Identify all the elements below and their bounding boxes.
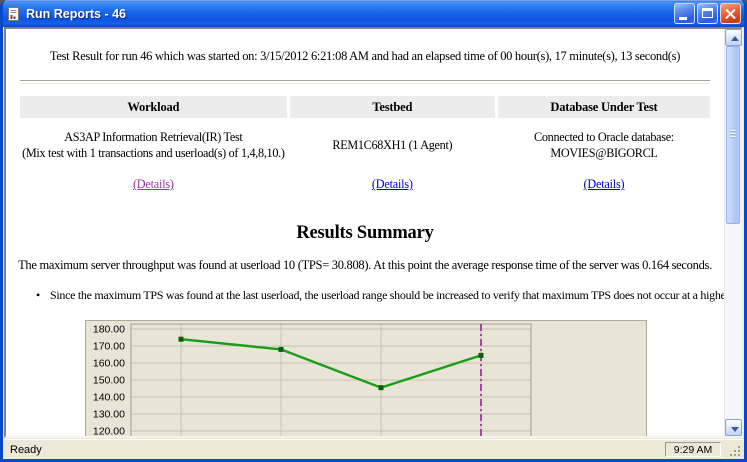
max-throughput-text: The maximum server throughput was found … bbox=[18, 258, 712, 272]
status-text: Ready bbox=[10, 444, 42, 456]
maximize-button[interactable] bbox=[697, 3, 718, 24]
svg-text:150.00: 150.00 bbox=[93, 375, 125, 387]
close-icon bbox=[721, 4, 740, 23]
svg-text:130.00: 130.00 bbox=[93, 409, 125, 421]
database-description: Connected to Oracle database: MOVIES@BIG… bbox=[534, 130, 674, 160]
workload-details-link[interactable]: (Details) bbox=[133, 177, 174, 191]
window-titlebar[interactable]: Run Reports - 46 bbox=[3, 0, 744, 27]
svg-text:160.00: 160.00 bbox=[93, 358, 125, 370]
svg-text:180.00: 180.00 bbox=[93, 324, 125, 336]
close-button[interactable] bbox=[720, 3, 741, 24]
run-reports-window: Run Reports - 46 Test Result for run 46 … bbox=[0, 0, 747, 462]
recommendation-bullet: • Since the maximum TPS was found at the … bbox=[36, 288, 724, 303]
testbed-description: REM1C68XH1 (1 Agent) bbox=[332, 138, 453, 153]
column-header-workload: Workload bbox=[20, 96, 287, 118]
maximize-icon bbox=[702, 8, 713, 18]
vertical-scrollbar[interactable] bbox=[724, 29, 742, 436]
testbed-details-link[interactable]: (Details) bbox=[372, 177, 413, 191]
svg-text:120.00: 120.00 bbox=[93, 426, 125, 437]
chevron-down-icon bbox=[730, 427, 739, 432]
scroll-up-button[interactable] bbox=[725, 29, 742, 46]
bullet-icon: • bbox=[36, 288, 40, 302]
minimize-button[interactable] bbox=[674, 3, 695, 24]
scroll-down-button[interactable] bbox=[725, 419, 742, 436]
svg-text:140.00: 140.00 bbox=[93, 392, 125, 404]
throughput-chart-svg: 180.00 170.00 160.00 150.00 140.00 130.00 120.… bbox=[93, 323, 532, 437]
resize-grip-icon[interactable] bbox=[728, 444, 741, 457]
window-controls bbox=[674, 3, 741, 24]
column-header-testbed: Testbed bbox=[289, 96, 495, 118]
window-title: Run Reports - 46 bbox=[26, 6, 127, 21]
run-info-table: Workload Testbed Database Under Test AS3… bbox=[17, 96, 713, 197]
clock-panel: 9:29 AM bbox=[665, 442, 721, 457]
report-document: Test Result for run 46 which was started… bbox=[6, 29, 724, 436]
minimize-icon bbox=[679, 17, 687, 20]
throughput-chart: 180.00 170.00 160.00 150.00 140.00 130.00 120.… bbox=[85, 320, 647, 436]
recommendation-text: Since the maximum TPS was found at the l… bbox=[50, 288, 724, 302]
column-header-database: Database Under Test bbox=[497, 96, 710, 118]
status-bar: Ready 9:29 AM bbox=[4, 439, 743, 459]
document-frame: Test Result for run 46 which was started… bbox=[4, 27, 743, 438]
chevron-up-icon bbox=[730, 36, 739, 41]
results-summary-heading: Results Summary bbox=[296, 223, 434, 243]
run-intro-text: Test Result for run 46 which was started… bbox=[49, 49, 681, 63]
workload-description: AS3AP Information Retrieval(IR) Test (Mi… bbox=[22, 130, 285, 160]
svg-text:170.00: 170.00 bbox=[93, 341, 125, 353]
divider bbox=[20, 80, 710, 84]
database-details-link[interactable]: (Details) bbox=[584, 177, 625, 191]
report-app-icon[interactable] bbox=[6, 6, 22, 22]
scrollbar-thumb[interactable] bbox=[726, 46, 740, 224]
